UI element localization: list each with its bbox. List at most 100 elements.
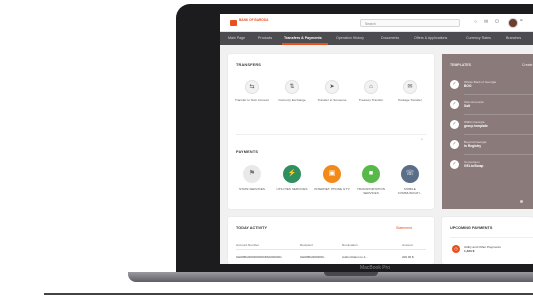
building-icon: ⚑ (243, 165, 261, 183)
column-header: Account Number (236, 243, 260, 247)
template-sub: GELto/Swap (464, 164, 484, 168)
treasury-transfer[interactable]: ⌂ Treasury Transfer (354, 80, 388, 103)
template-sub: In Registry (464, 144, 482, 148)
transfer-label: Postage Transfer (398, 98, 422, 102)
nav-transfers-payments[interactable]: Transfers & Payments (284, 36, 322, 40)
payment-label: MOBILE COMMUNICATI... (397, 187, 423, 195)
check-icon: ✓ (450, 140, 459, 149)
nav-documents[interactable]: Documents (381, 36, 399, 40)
nav-offers-applications[interactable]: Offers & Applications (414, 36, 447, 40)
mail-icon: ✉ (403, 80, 417, 94)
nav-main-page[interactable]: Main Page (228, 36, 245, 40)
nav-active-indicator (282, 43, 328, 45)
car-icon: ■ (362, 165, 380, 183)
postage-transfer[interactable]: ✉ Postage Transfer (393, 80, 427, 103)
today-activity-card: TODAY ACTIVITY Statement Account Number … (228, 217, 434, 264)
bell-icon[interactable]: ○ (474, 19, 477, 26)
table-divider (236, 249, 426, 250)
column-header: Recipient (300, 243, 313, 247)
payment-transportation[interactable]: ■ TRANSPORTATION SERVICES (353, 165, 389, 196)
search-input[interactable]: Search (360, 19, 460, 27)
template-item[interactable]: ✓ Own Accounts Salt (450, 98, 533, 114)
main-nav: Main Page Products Transfers & Payments … (220, 32, 533, 45)
table-cell: GE00BG0000000... (300, 255, 327, 259)
template-sub: BOG (464, 84, 472, 88)
transfer-label: Treasury Transfer (358, 98, 384, 102)
laptop-base-notch (324, 272, 378, 276)
upcoming-payments-card: UPCOMING PAYMENTS ◷ Utility and Other Pa… (442, 217, 533, 264)
laptop-mockup: MacBook Pro BANK OF BARODA Search ○ ✉ ⏻ … (0, 0, 533, 297)
table-cell: GE00BG0000000000PA00000001 (236, 255, 282, 259)
activity-title: TODAY ACTIVITY (236, 226, 268, 230)
send-icon: ➤ (325, 80, 339, 94)
table-cell: 200.00 $ (402, 255, 414, 259)
template-item[interactable]: ✓ Whole Bank of Georgia BOG (450, 78, 533, 94)
payment-label: INTERNET, PHONE & TV (314, 187, 350, 191)
exchange-icon: ⇅ (285, 80, 299, 94)
upcoming-item-amount: 1,333 $ (464, 249, 475, 253)
transfer-own-account[interactable]: ⇆ Transfer to Own Account (235, 80, 269, 103)
column-header: Nomination (342, 243, 358, 247)
mail-icon[interactable]: ✉ (484, 19, 488, 26)
section-divider (236, 134, 426, 135)
create-template-button[interactable]: Create (522, 63, 533, 67)
app-screen: BANK OF BARODA Search ○ ✉ ⏻ Hi Main Page… (220, 14, 533, 264)
template-sub: Salt (464, 104, 471, 108)
wifi-icon: ▣ (323, 165, 341, 183)
search-placeholder: Search (365, 21, 376, 26)
template-divider (464, 114, 533, 115)
templates-panel: TEMPLATES Create ✓ Whole Bank of Georgia… (442, 54, 533, 209)
currency-exchange[interactable]: ⇅ Currency Exchange (275, 80, 309, 103)
bank-icon: ⌂ (364, 80, 378, 94)
payment-internet-phone-tv[interactable]: ▣ INTERNET, PHONE & TV (314, 165, 350, 192)
payment-utilities[interactable]: ⚡ UTILITIES SERVICES (274, 165, 310, 192)
transfer-to-someone[interactable]: ➤ Transfer to Someone (315, 80, 349, 103)
nav-operation-history[interactable]: Operation History (336, 36, 364, 40)
transfer-label: Currency Exchange (278, 98, 306, 102)
chevron-up-icon[interactable]: ˆ (421, 139, 423, 145)
nav-currency-rates[interactable]: Currency Rates (466, 36, 491, 40)
check-icon: ✓ (450, 160, 459, 169)
power-icon[interactable]: ⏻ (495, 19, 499, 26)
payment-label: TRANSPORTATION SERVICES (356, 187, 386, 195)
table-cell: Authorization to 2... (342, 255, 368, 259)
transfers-payments-card: TRANSFERS ⇆ Transfer to Own Account ⇅ Cu… (228, 54, 434, 209)
template-item[interactable]: ✓ Beyond Georgia In Registry (450, 138, 533, 154)
payment-mobile[interactable]: ☏ MOBILE COMMUNICATI... (392, 165, 428, 196)
check-icon: ✓ (450, 80, 459, 89)
payment-label: UTILITIES SERVICES (276, 187, 308, 191)
avatar[interactable] (508, 18, 518, 28)
template-sub: group template (464, 124, 488, 128)
upcoming-title: UPCOMING PAYMENTS (450, 226, 493, 230)
template-divider (464, 154, 533, 155)
template-item[interactable]: ✓ Within Georgia group template (450, 118, 533, 134)
template-divider (464, 94, 533, 95)
user-greeting: Hi (520, 18, 523, 22)
phone-icon: ☏ (401, 165, 419, 183)
transfer-label: Transfer to Own Account (235, 98, 269, 102)
plug-icon: ⚡ (283, 165, 301, 183)
nav-branches[interactable]: Branches (506, 36, 521, 40)
upcoming-divider (450, 237, 533, 238)
payment-label: STATE SERVICES (239, 187, 265, 191)
pager-dot[interactable] (520, 200, 523, 203)
nav-products[interactable]: Products (258, 36, 272, 40)
transfer-label: Transfer to Someone (317, 98, 347, 102)
check-icon: ✓ (450, 120, 459, 129)
logo-icon (230, 20, 237, 26)
logo-text[interactable]: BANK OF BARODA (239, 18, 279, 23)
check-icon: ✓ (450, 100, 459, 109)
floor-line (44, 293, 533, 295)
clock-icon: ◷ (452, 245, 460, 253)
transfer-icon: ⇆ (245, 80, 259, 94)
column-header: Amount (402, 243, 413, 247)
transfers-title: TRANSFERS (236, 63, 262, 67)
template-item[interactable]: ✓ Conversion GELto/Swap (450, 158, 533, 174)
templates-title: TEMPLATES (450, 63, 471, 67)
statement-link[interactable]: Statement (396, 226, 412, 230)
topbar: BANK OF BARODA Search ○ ✉ ⏻ Hi (220, 14, 533, 32)
template-divider (464, 134, 533, 135)
device-label: MacBook Pro (359, 265, 390, 271)
payment-state-services[interactable]: ⚑ STATE SERVICES (234, 165, 270, 192)
payments-title: PAYMENTS (236, 150, 259, 154)
